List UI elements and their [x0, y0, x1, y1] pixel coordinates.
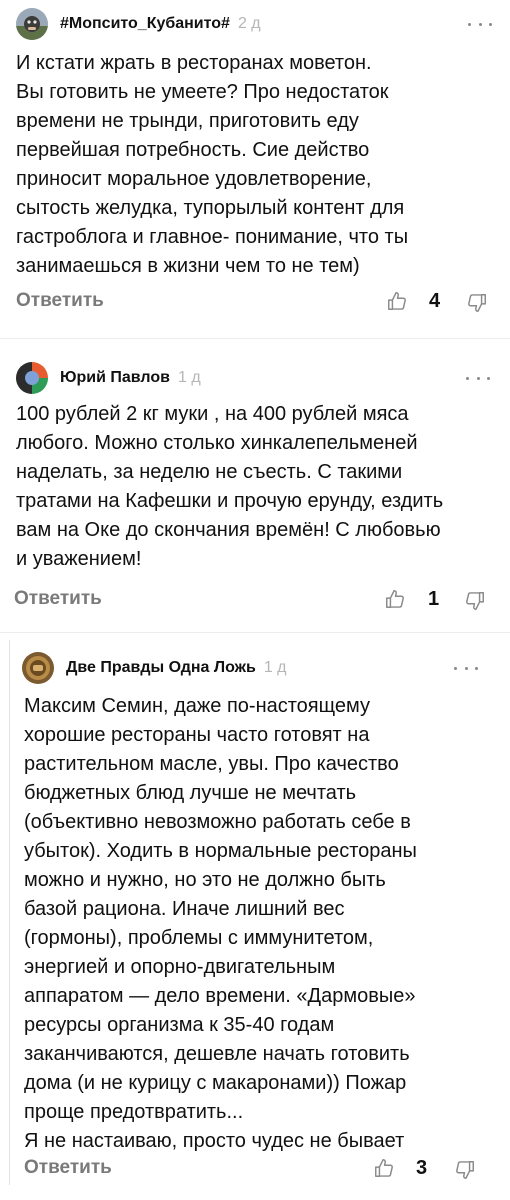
like-count: 1: [428, 588, 440, 610]
comment-header: #Мопсито_Кубанито# 2 д: [16, 4, 261, 44]
comment-footer: Ответить: [16, 286, 104, 316]
comment-header: Юрий Павлов 1 д: [16, 358, 201, 398]
thumbs-up-icon[interactable]: [384, 588, 406, 610]
thumbs-down-icon[interactable]: [464, 590, 486, 612]
like-count: 4: [429, 290, 441, 312]
comment-divider: [0, 632, 510, 633]
comment-footer: Ответить: [14, 584, 102, 614]
reply-button[interactable]: Ответить: [16, 290, 104, 312]
thumbs-up-icon[interactable]: [373, 1157, 395, 1179]
comment-divider: [0, 338, 510, 339]
comment-2: Юрий Павлов 1 д 100 рублей 2 кг муки , н…: [0, 340, 510, 630]
comment-header: Две Правды Одна Ложь 1 д: [22, 648, 287, 688]
comment-3: Две Правды Одна Ложь 1 д Максим Семин, д…: [0, 634, 510, 1200]
avatar[interactable]: [16, 8, 48, 40]
reply-button[interactable]: Ответить: [14, 588, 102, 610]
author-name[interactable]: #Мопсито_Кубанито#: [60, 15, 230, 33]
author-name[interactable]: Две Правды Одна Ложь: [66, 659, 256, 677]
comment-text: Максим Семин, даже по-настоящему хорошие…: [24, 695, 417, 1152]
like-count: 3: [416, 1157, 428, 1179]
comment-date: 2 д: [237, 15, 261, 32]
comment-date: 1 д: [263, 659, 287, 676]
author-name[interactable]: Юрий Павлов: [60, 369, 170, 387]
comment-footer: Ответить: [24, 1153, 112, 1183]
more-dots-icon[interactable]: [454, 660, 478, 676]
more-dots-icon[interactable]: [468, 16, 492, 32]
avatar[interactable]: [16, 362, 48, 394]
reply-button[interactable]: Ответить: [24, 1157, 112, 1179]
avatar[interactable]: [22, 652, 54, 684]
more-dots-icon[interactable]: [466, 370, 490, 386]
thumbs-up-icon[interactable]: [386, 290, 408, 312]
thumbs-down-icon[interactable]: [454, 1159, 476, 1181]
comment-1: #Мопсито_Кубанито# 2 д И кстати жрать в …: [0, 0, 510, 330]
comment-text: 100 рублей 2 кг муки , на 400 рублей мяс…: [16, 403, 444, 570]
thumbs-down-icon[interactable]: [466, 292, 488, 314]
comment-text: И кстати жрать в ресторанах моветон. Вы …: [16, 52, 409, 277]
comment-date: 1 д: [177, 369, 201, 386]
